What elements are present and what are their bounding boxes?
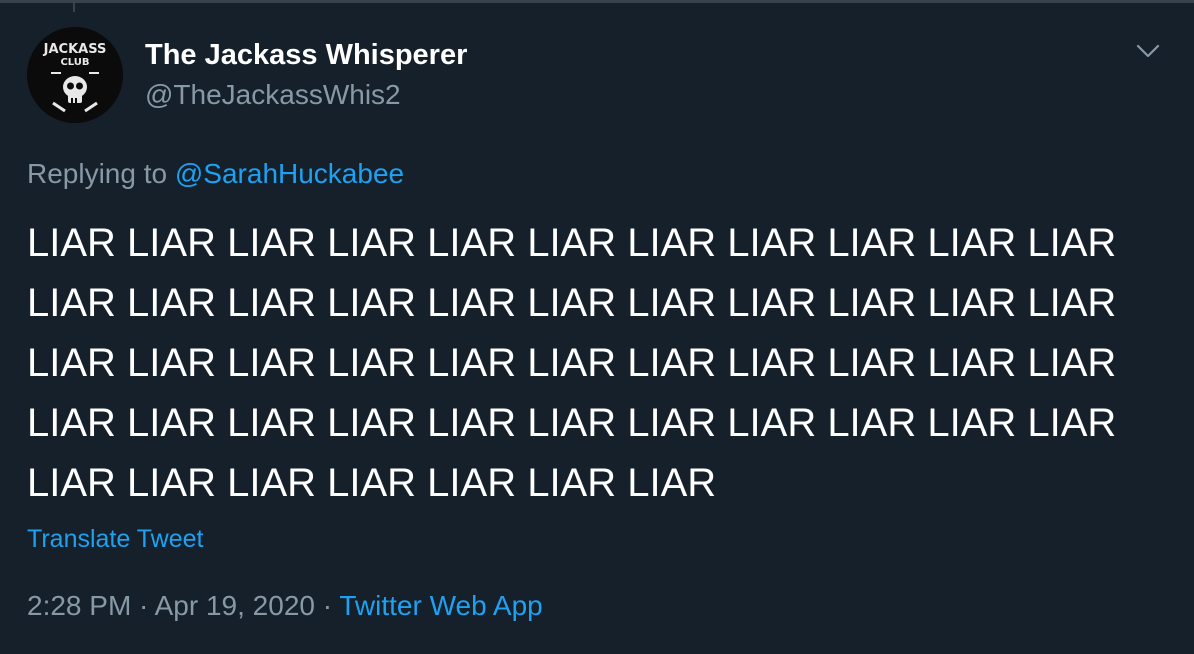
reply-mention-link[interactable]: @SarahHuckabee <box>175 158 404 189</box>
tweet-source-link[interactable]: Twitter Web App <box>339 590 542 621</box>
thread-connector-line <box>73 0 75 12</box>
tweet-card[interactable]: JACKASS CLUB The Jackass Whisperer @TheJ… <box>0 0 1194 654</box>
replying-to-line: Replying to @SarahHuckabee <box>27 156 404 192</box>
avatar-text-top: JACKASS <box>43 42 107 57</box>
jackass-club-logo-icon: JACKASS CLUB <box>27 27 123 123</box>
tweet-text: LIAR LIAR LIAR LIAR LIAR LIAR LIAR LIAR … <box>27 221 1117 505</box>
avatar-text-bottom: CLUB <box>60 57 89 68</box>
tweet-date[interactable]: Apr 19, 2020 <box>155 590 315 621</box>
translate-tweet-link[interactable]: Translate Tweet <box>27 524 203 554</box>
replying-to-prefix: Replying to <box>27 158 175 189</box>
meta-separator: · <box>131 590 155 621</box>
top-divider <box>0 0 1194 3</box>
chevron-down-icon <box>1136 44 1160 58</box>
author-handle[interactable]: @TheJackassWhis2 <box>145 79 401 111</box>
more-options-button[interactable] <box>1130 36 1166 66</box>
author-name[interactable]: The Jackass Whisperer <box>145 38 467 72</box>
tweet-time[interactable]: 2:28 PM <box>27 590 131 621</box>
avatar[interactable]: JACKASS CLUB <box>27 27 123 123</box>
meta-separator-2: · <box>314 590 340 621</box>
tweet-metadata: 2:28 PM · Apr 19, 2020 · Twitter Web App <box>27 588 543 624</box>
